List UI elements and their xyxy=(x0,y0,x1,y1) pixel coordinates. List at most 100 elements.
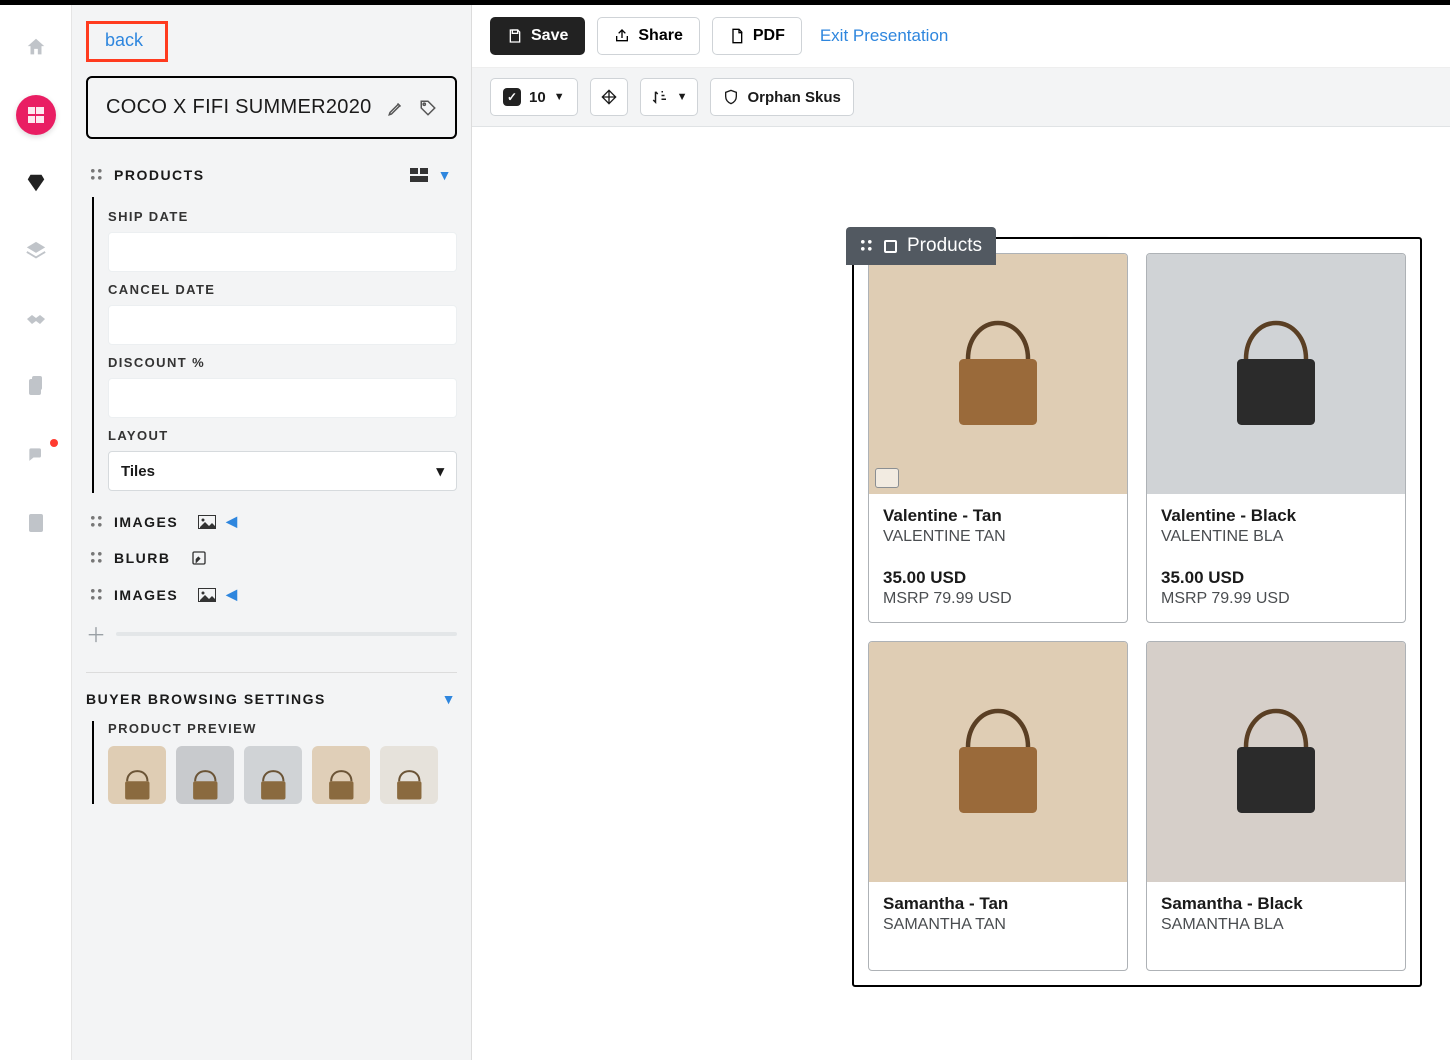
preview-thumb[interactable] xyxy=(244,746,302,804)
rail-profile[interactable] xyxy=(16,503,56,543)
preview-thumb[interactable] xyxy=(312,746,370,804)
drag-handle-icon[interactable] xyxy=(90,168,104,182)
sort-icon xyxy=(651,89,669,105)
bag-icon xyxy=(923,299,1073,449)
save-button[interactable]: Save xyxy=(490,17,585,55)
chevron-down-icon: ▾ xyxy=(436,462,444,480)
canvas: Products Valentine - Tan VALENTINE TAN 3… xyxy=(472,127,1450,1060)
nav-rail xyxy=(0,5,72,1060)
buyer-caret[interactable]: ▼ xyxy=(442,691,457,707)
sidebar: back COCO X FIFI SUMMER2020 PRODUCTS ▼ xyxy=(72,5,472,1060)
card-sku: SAMANTHA TAN xyxy=(883,916,1113,934)
chevron-down-icon: ▼ xyxy=(554,91,565,103)
pencil-icon xyxy=(387,99,405,117)
diamond-icon xyxy=(25,172,47,194)
discount-label: DISCOUNT % xyxy=(108,355,457,370)
back-highlight: back xyxy=(86,21,168,62)
drag-handle-icon xyxy=(860,239,874,253)
bag-icon xyxy=(253,763,294,804)
shield-icon xyxy=(723,89,739,105)
discount-input[interactable] xyxy=(108,378,457,418)
ship-date-input[interactable] xyxy=(108,232,457,272)
notification-dot-icon xyxy=(50,439,58,447)
rail-brand[interactable] xyxy=(16,95,56,135)
rail-layers[interactable] xyxy=(16,231,56,271)
card-price: 35.00 USD xyxy=(1161,568,1391,588)
back-link[interactable]: back xyxy=(105,30,143,50)
bag-icon xyxy=(923,687,1073,837)
exit-presentation-link[interactable]: Exit Presentation xyxy=(820,26,949,46)
panel-tab-label: Products xyxy=(907,235,982,257)
card-image xyxy=(1147,254,1405,494)
images-section-label: IMAGES xyxy=(114,514,178,530)
product-preview-label: PRODUCT PREVIEW xyxy=(108,721,457,736)
chevron-down-icon: ▼ xyxy=(677,91,688,103)
images-caret[interactable]: ◀ xyxy=(226,513,238,530)
move-icon xyxy=(601,89,617,105)
card-title: Valentine - Black xyxy=(1161,506,1391,526)
card-image xyxy=(869,254,1127,494)
card-sku: VALENTINE BLA xyxy=(1161,528,1391,546)
bag-icon xyxy=(1201,299,1351,449)
bag-icon xyxy=(117,763,158,804)
edit-blurb-button[interactable] xyxy=(191,550,207,566)
subtoolbar: ✓ 10 ▼ ▼ Orphan Skus xyxy=(472,68,1450,127)
image-icon[interactable] xyxy=(198,588,216,602)
clipboard-icon xyxy=(26,376,46,398)
cancel-date-input[interactable] xyxy=(108,305,457,345)
drag-handle-icon[interactable] xyxy=(90,515,104,529)
handshake-icon xyxy=(24,310,48,328)
add-section-button[interactable]: ＋ xyxy=(86,619,106,648)
products-panel-tab[interactable]: Products xyxy=(846,227,996,265)
blurb-section-label: BLURB xyxy=(114,550,171,566)
image-icon[interactable] xyxy=(198,515,216,529)
bag-icon xyxy=(185,763,226,804)
home-icon xyxy=(25,36,47,58)
preview-thumb-row xyxy=(108,746,457,804)
products-caret[interactable]: ▼ xyxy=(438,167,453,183)
move-button[interactable] xyxy=(590,78,628,116)
card-image xyxy=(1147,642,1405,882)
drag-handle-icon[interactable] xyxy=(90,588,104,602)
card-title: Valentine - Tan xyxy=(883,506,1113,526)
save-button-label: Save xyxy=(531,27,568,45)
count-dropdown[interactable]: ✓ 10 ▼ xyxy=(490,78,578,116)
card-title: Samantha - Tan xyxy=(883,894,1113,914)
products-view-icon[interactable] xyxy=(410,168,428,182)
rail-deals[interactable] xyxy=(16,299,56,339)
preview-thumb[interactable] xyxy=(380,746,438,804)
tag-title-button[interactable] xyxy=(419,99,437,117)
orphan-skus-button[interactable]: Orphan Skus xyxy=(710,78,853,116)
preview-thumb[interactable] xyxy=(108,746,166,804)
sort-button[interactable]: ▼ xyxy=(640,78,699,116)
edit-title-button[interactable] xyxy=(387,99,405,117)
card-price: 35.00 USD xyxy=(883,568,1113,588)
share-icon xyxy=(614,28,630,44)
preview-thumb[interactable] xyxy=(176,746,234,804)
card-title: Samantha - Black xyxy=(1161,894,1391,914)
add-section-divider xyxy=(116,632,457,636)
camera-badge-icon xyxy=(875,468,899,488)
ship-date-label: SHIP DATE xyxy=(108,209,457,224)
bag-icon xyxy=(389,763,430,804)
pdf-button[interactable]: PDF xyxy=(712,17,802,55)
main-area: Save Share PDF Exit Presentation ✓ 10 ▼ xyxy=(472,5,1450,1060)
rail-clipboard[interactable] xyxy=(16,367,56,407)
images2-caret[interactable]: ◀ xyxy=(226,586,238,603)
layout-select[interactable]: Tiles ▾ xyxy=(108,451,457,491)
presentation-title-box: COCO X FIFI SUMMER2020 xyxy=(86,76,457,139)
product-card[interactable]: Samantha - Black SAMANTHA BLA xyxy=(1146,641,1406,971)
product-card[interactable]: Valentine - Tan VALENTINE TAN 35.00 USDM… xyxy=(868,253,1128,623)
images2-section-label: IMAGES xyxy=(114,587,178,603)
tag-icon xyxy=(419,99,437,117)
orphan-skus-label: Orphan Skus xyxy=(747,89,840,106)
rail-products[interactable] xyxy=(16,163,56,203)
rail-home[interactable] xyxy=(16,27,56,67)
id-badge-icon xyxy=(26,512,46,534)
share-button[interactable]: Share xyxy=(597,17,699,55)
rail-chat[interactable] xyxy=(16,435,56,475)
drag-handle-icon[interactable] xyxy=(90,551,104,565)
save-icon xyxy=(507,28,523,44)
product-card[interactable]: Valentine - Black VALENTINE BLA 35.00 US… xyxy=(1146,253,1406,623)
product-card[interactable]: Samantha - Tan SAMANTHA TAN xyxy=(868,641,1128,971)
